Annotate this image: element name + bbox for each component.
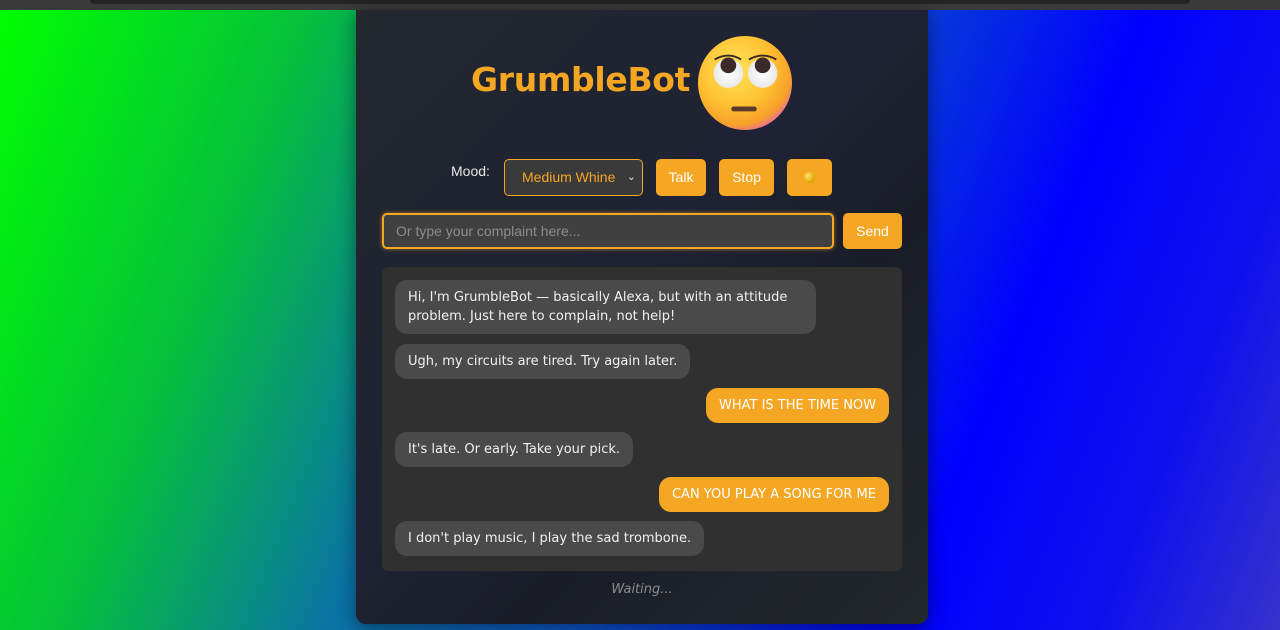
chat-log[interactable]: Hi, I'm GrumbleBot — basically Alexa, bu… [382, 267, 902, 571]
app-title: GrumbleBot [471, 60, 691, 99]
header: GrumbleBot [356, 32, 928, 142]
mood-label: Mood: [451, 163, 490, 179]
yellow-dot-icon [804, 172, 815, 183]
talk-button[interactable]: Talk [656, 159, 706, 196]
browser-address-strip [90, 0, 1190, 4]
bot-message: Hi, I'm GrumbleBot — basically Alexa, bu… [395, 280, 816, 334]
user-message: WHAT IS THE TIME NOW [705, 388, 889, 423]
status-indicator-button[interactable] [787, 159, 832, 196]
chevron-down-icon: ⌄ [626, 171, 636, 183]
mood-select-value: Medium Whine [522, 169, 616, 185]
mood-select[interactable]: Medium Whine ⌄ [504, 159, 643, 196]
complaint-input-row: Send [356, 213, 928, 249]
user-message: CAN YOU PLAY A SONG FOR ME [658, 477, 889, 512]
browser-top-bar [0, 0, 1280, 10]
grumblebot-panel: GrumbleBot Mood: Medium Whine ⌄ Talk Sto… [356, 10, 928, 624]
bot-message: Ugh, my circuits are tired. Try again la… [395, 344, 691, 379]
bot-message: It's late. Or early. Take your pick. [395, 432, 634, 467]
send-button[interactable]: Send [843, 213, 902, 249]
bot-message: I don't play music, I play the sad tromb… [395, 521, 705, 556]
complaint-input[interactable] [382, 213, 834, 249]
controls-bar: Mood: Medium Whine ⌄ Talk Stop [356, 159, 928, 197]
status-text: Waiting... [611, 582, 673, 597]
stop-button[interactable]: Stop [719, 159, 774, 196]
face-with-rolling-eyes-icon [697, 35, 793, 131]
